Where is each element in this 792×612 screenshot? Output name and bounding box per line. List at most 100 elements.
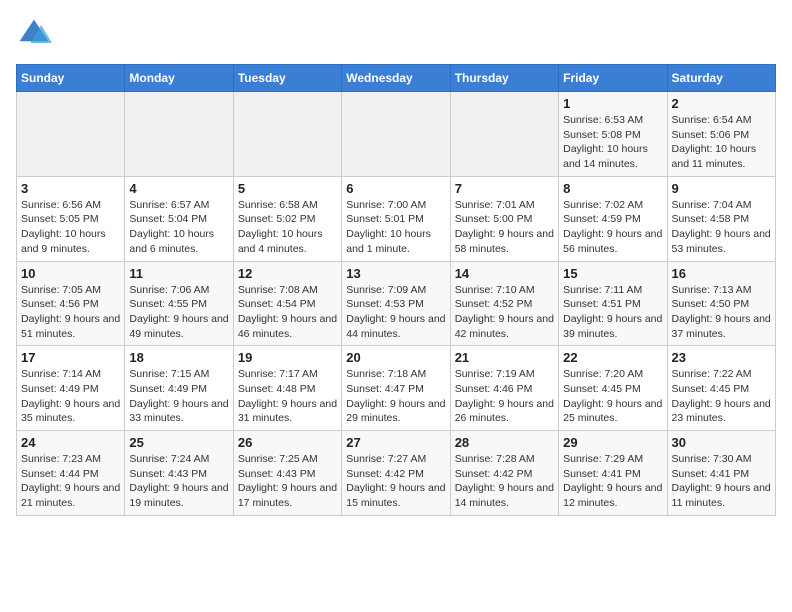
calendar-cell: 11Sunrise: 7:06 AM Sunset: 4:55 PM Dayli… xyxy=(125,261,233,346)
calendar-cell: 2 Sunrise: 6:54 AM Sunset: 5:06 PM Daylig… xyxy=(667,92,775,177)
day-info: Sunrise: 7:13 AM Sunset: 4:50 PM Dayligh… xyxy=(672,283,771,342)
day-info: Sunrise: 7:23 AM Sunset: 4:44 PM Dayligh… xyxy=(21,452,120,511)
calendar-cell xyxy=(450,92,558,177)
day-number: 13 xyxy=(346,266,445,281)
day-info: Sunrise: 7:04 AM Sunset: 4:58 PM Dayligh… xyxy=(672,198,771,257)
day-number: 26 xyxy=(238,435,337,450)
day-info: Sunrise: 7:15 AM Sunset: 4:49 PM Dayligh… xyxy=(129,367,228,426)
day-number: 12 xyxy=(238,266,337,281)
day-number: 28 xyxy=(455,435,554,450)
calendar-week-4: 17Sunrise: 7:14 AM Sunset: 4:49 PM Dayli… xyxy=(17,346,776,431)
day-info: Sunrise: 6:54 AM Sunset: 5:06 PM Dayligh… xyxy=(672,113,771,172)
day-number: 24 xyxy=(21,435,120,450)
day-info: Sunrise: 7:27 AM Sunset: 4:42 PM Dayligh… xyxy=(346,452,445,511)
calendar-cell: 21 Sunrise: 7:19 AM Sunset: 4:46 PM Dayli… xyxy=(450,346,558,431)
calendar-cell: 23 Sunrise: 7:22 AM Sunset: 4:45 PM Dayli… xyxy=(667,346,775,431)
logo xyxy=(16,16,56,52)
day-number: 10 xyxy=(21,266,120,281)
calendar-cell: 10 Sunrise: 7:05 AM Sunset: 4:56 PM Dayli… xyxy=(17,261,125,346)
calendar-header: SundayMondayTuesdayWednesdayThursdayFrid… xyxy=(17,65,776,92)
day-number: 23 xyxy=(672,350,771,365)
calendar-cell: 27 Sunrise: 7:27 AM Sunset: 4:42 PM Dayli… xyxy=(342,431,450,516)
day-number: 8 xyxy=(563,181,662,196)
day-info: Sunrise: 7:09 AM Sunset: 4:53 PM Dayligh… xyxy=(346,283,445,342)
logo-icon xyxy=(16,16,52,52)
day-number: 30 xyxy=(672,435,771,450)
weekday-header-sunday: Sunday xyxy=(17,65,125,92)
day-info: Sunrise: 7:17 AM Sunset: 4:48 PM Dayligh… xyxy=(238,367,337,426)
day-number: 27 xyxy=(346,435,445,450)
calendar-body: 1 Sunrise: 6:53 AM Sunset: 5:08 PM Daylig… xyxy=(17,92,776,516)
day-number: 25 xyxy=(129,435,228,450)
calendar-cell: 6Sunrise: 7:00 AM Sunset: 5:01 PM Daylig… xyxy=(342,176,450,261)
day-number: 7 xyxy=(455,181,554,196)
day-info: Sunrise: 6:53 AM Sunset: 5:08 PM Dayligh… xyxy=(563,113,662,172)
day-number: 5 xyxy=(238,181,337,196)
day-info: Sunrise: 7:18 AM Sunset: 4:47 PM Dayligh… xyxy=(346,367,445,426)
day-info: Sunrise: 7:24 AM Sunset: 4:43 PM Dayligh… xyxy=(129,452,228,511)
day-number: 4 xyxy=(129,181,228,196)
day-info: Sunrise: 7:01 AM Sunset: 5:00 PM Dayligh… xyxy=(455,198,554,257)
day-info: Sunrise: 6:56 AM Sunset: 5:05 PM Dayligh… xyxy=(21,198,120,257)
weekday-header-thursday: Thursday xyxy=(450,65,558,92)
day-number: 21 xyxy=(455,350,554,365)
weekday-header-friday: Friday xyxy=(559,65,667,92)
day-number: 1 xyxy=(563,96,662,111)
day-number: 15 xyxy=(563,266,662,281)
calendar-cell: 16 Sunrise: 7:13 AM Sunset: 4:50 PM Dayli… xyxy=(667,261,775,346)
header xyxy=(16,16,776,52)
calendar-cell: 22 Sunrise: 7:20 AM Sunset: 4:45 PM Dayli… xyxy=(559,346,667,431)
day-info: Sunrise: 7:25 AM Sunset: 4:43 PM Dayligh… xyxy=(238,452,337,511)
calendar-cell: 5Sunrise: 6:58 AM Sunset: 5:02 PM Daylig… xyxy=(233,176,341,261)
calendar-cell: 18 Sunrise: 7:15 AM Sunset: 4:49 PM Dayli… xyxy=(125,346,233,431)
day-info: Sunrise: 7:08 AM Sunset: 4:54 PM Dayligh… xyxy=(238,283,337,342)
day-info: Sunrise: 7:30 AM Sunset: 4:41 PM Dayligh… xyxy=(672,452,771,511)
calendar-cell: 29 Sunrise: 7:29 AM Sunset: 4:41 PM Dayli… xyxy=(559,431,667,516)
day-number: 17 xyxy=(21,350,120,365)
calendar-cell: 26 Sunrise: 7:25 AM Sunset: 4:43 PM Dayli… xyxy=(233,431,341,516)
calendar-cell xyxy=(342,92,450,177)
day-info: Sunrise: 7:28 AM Sunset: 4:42 PM Dayligh… xyxy=(455,452,554,511)
calendar-cell: 14 Sunrise: 7:10 AM Sunset: 4:52 PM Dayli… xyxy=(450,261,558,346)
day-number: 29 xyxy=(563,435,662,450)
day-info: Sunrise: 6:57 AM Sunset: 5:04 PM Dayligh… xyxy=(129,198,228,257)
day-number: 16 xyxy=(672,266,771,281)
day-number: 14 xyxy=(455,266,554,281)
day-info: Sunrise: 7:10 AM Sunset: 4:52 PM Dayligh… xyxy=(455,283,554,342)
calendar-cell: 1 Sunrise: 6:53 AM Sunset: 5:08 PM Daylig… xyxy=(559,92,667,177)
calendar-cell: 25 Sunrise: 7:24 AM Sunset: 4:43 PM Dayli… xyxy=(125,431,233,516)
calendar-week-5: 24 Sunrise: 7:23 AM Sunset: 4:44 PM Dayli… xyxy=(17,431,776,516)
day-info: Sunrise: 7:02 AM Sunset: 4:59 PM Dayligh… xyxy=(563,198,662,257)
day-info: Sunrise: 7:22 AM Sunset: 4:45 PM Dayligh… xyxy=(672,367,771,426)
calendar-cell: 13 Sunrise: 7:09 AM Sunset: 4:53 PM Dayli… xyxy=(342,261,450,346)
calendar-week-3: 10 Sunrise: 7:05 AM Sunset: 4:56 PM Dayli… xyxy=(17,261,776,346)
calendar-cell: 7 Sunrise: 7:01 AM Sunset: 5:00 PM Daylig… xyxy=(450,176,558,261)
day-info: Sunrise: 7:19 AM Sunset: 4:46 PM Dayligh… xyxy=(455,367,554,426)
day-number: 11 xyxy=(129,266,228,281)
calendar-cell xyxy=(17,92,125,177)
calendar-cell: 17Sunrise: 7:14 AM Sunset: 4:49 PM Dayli… xyxy=(17,346,125,431)
day-info: Sunrise: 7:29 AM Sunset: 4:41 PM Dayligh… xyxy=(563,452,662,511)
day-number: 22 xyxy=(563,350,662,365)
header-row: SundayMondayTuesdayWednesdayThursdayFrid… xyxy=(17,65,776,92)
calendar-cell: 24 Sunrise: 7:23 AM Sunset: 4:44 PM Dayli… xyxy=(17,431,125,516)
calendar-cell: 3Sunrise: 6:56 AM Sunset: 5:05 PM Daylig… xyxy=(17,176,125,261)
calendar-cell: 19Sunrise: 7:17 AM Sunset: 4:48 PM Dayli… xyxy=(233,346,341,431)
day-info: Sunrise: 7:00 AM Sunset: 5:01 PM Dayligh… xyxy=(346,198,445,257)
calendar-cell: 15 Sunrise: 7:11 AM Sunset: 4:51 PM Dayli… xyxy=(559,261,667,346)
day-info: Sunrise: 7:05 AM Sunset: 4:56 PM Dayligh… xyxy=(21,283,120,342)
day-info: Sunrise: 7:11 AM Sunset: 4:51 PM Dayligh… xyxy=(563,283,662,342)
calendar-cell: 9Sunrise: 7:04 AM Sunset: 4:58 PM Daylig… xyxy=(667,176,775,261)
calendar-table: SundayMondayTuesdayWednesdayThursdayFrid… xyxy=(16,64,776,516)
calendar-cell: 8 Sunrise: 7:02 AM Sunset: 4:59 PM Daylig… xyxy=(559,176,667,261)
calendar-cell xyxy=(125,92,233,177)
day-number: 18 xyxy=(129,350,228,365)
calendar-cell: 12 Sunrise: 7:08 AM Sunset: 4:54 PM Dayli… xyxy=(233,261,341,346)
calendar-cell: 30 Sunrise: 7:30 AM Sunset: 4:41 PM Dayli… xyxy=(667,431,775,516)
day-number: 2 xyxy=(672,96,771,111)
calendar-week-1: 1 Sunrise: 6:53 AM Sunset: 5:08 PM Daylig… xyxy=(17,92,776,177)
day-info: Sunrise: 7:20 AM Sunset: 4:45 PM Dayligh… xyxy=(563,367,662,426)
weekday-header-monday: Monday xyxy=(125,65,233,92)
weekday-header-tuesday: Tuesday xyxy=(233,65,341,92)
calendar-week-2: 3Sunrise: 6:56 AM Sunset: 5:05 PM Daylig… xyxy=(17,176,776,261)
